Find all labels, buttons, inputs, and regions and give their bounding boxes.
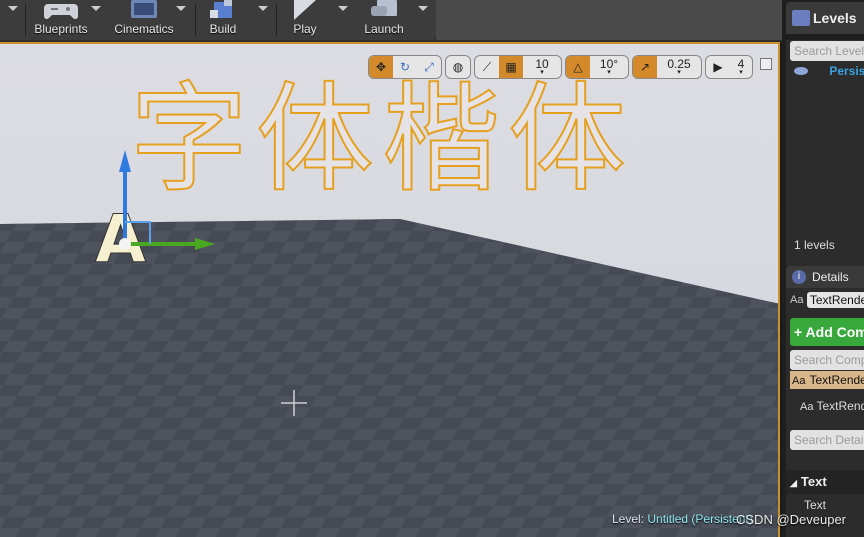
translate-mode-button[interactable]: ✥ xyxy=(369,56,393,78)
rotation-snap-group: △ 10° ▾ xyxy=(565,55,629,79)
main-toolbar: s Blueprints Cinematics Build Play Launc… xyxy=(0,0,782,42)
scale-icon: ⤢ xyxy=(424,59,434,74)
search-details-input[interactable]: Search Details xyxy=(790,430,864,450)
grid-snap-toggle[interactable]: ▦ xyxy=(499,56,523,78)
transform-mode-group: ✥ ↻ ⤢ xyxy=(368,55,442,79)
launch-dropdown-arrow[interactable] xyxy=(418,6,428,11)
grid-snap-group: ⟋ ▦ 10 ▾ xyxy=(474,55,562,79)
play-dropdown-arrow[interactable] xyxy=(338,6,348,11)
surface-snap-button[interactable]: ⟋ xyxy=(475,56,499,78)
info-icon: i xyxy=(792,270,806,284)
coordinate-space-group: ◍ xyxy=(445,55,471,79)
camera-speed-button[interactable]: ▶ xyxy=(706,56,730,78)
surface-snap-icon: ⟋ xyxy=(482,59,492,74)
tab-levels[interactable]: Levels xyxy=(786,2,864,34)
gizmo-z-arrowhead xyxy=(119,150,131,172)
selected-actor-row: Aa TextRenderActor xyxy=(786,292,864,308)
tab-details[interactable]: i Details xyxy=(786,266,864,288)
viewport-toolbar: ✥ ↻ ⤢ ◍ ⟋ ▦ 10 ▾ △ 10° ▾ ↗ 0.25 ▾ ▶ 4 ▾ xyxy=(368,55,753,79)
toolbar-separator xyxy=(276,4,277,36)
rotate-icon: ↻ xyxy=(399,60,411,74)
component-item[interactable]: AaTextRender xyxy=(800,399,864,413)
build-dropdown-arrow[interactable] xyxy=(258,6,268,11)
text-render-icon: Aa xyxy=(790,294,804,307)
right-panel: Levels Search Levels Persistent Level 1 … xyxy=(782,0,864,537)
clapper-icon xyxy=(131,0,157,18)
level-viewport[interactable]: 字体楷体 A ✥ ↻ ⤢ ◍ ⟋ ▦ 10▾ △ 10°▾ ↗ 0.25▾ xyxy=(0,42,780,537)
world-space-button[interactable]: ◍ xyxy=(446,56,470,78)
actor-name-field[interactable]: TextRenderActor xyxy=(806,292,864,308)
levels-icon xyxy=(792,10,810,26)
toolbar-play-button[interactable]: Play xyxy=(280,0,330,40)
chevron-down-icon: ▾ xyxy=(677,69,681,76)
blueprints-dropdown-arrow[interactable] xyxy=(91,6,101,11)
toolbar-launch-button[interactable]: Launch xyxy=(356,0,412,40)
add-component-button[interactable]: + Add Component xyxy=(790,318,864,346)
gizmo-center xyxy=(119,238,131,250)
camera-icon: ▶ xyxy=(713,60,723,74)
chevron-down-icon: ▾ xyxy=(607,69,611,76)
property-label-text: Text xyxy=(804,498,827,512)
camera-speed-value[interactable]: 4 ▾ xyxy=(730,56,752,78)
toolbar-separator xyxy=(25,4,26,36)
level-list-item[interactable]: Persistent Level xyxy=(786,64,864,78)
grid-snap-value[interactable]: 10 ▾ xyxy=(523,56,561,78)
scale-snap-toggle[interactable]: ↗ xyxy=(633,56,657,78)
collapse-arrow-icon: ◢ xyxy=(790,478,797,488)
toolbar-build-button[interactable]: Build xyxy=(196,0,250,40)
rotation-snap-toggle[interactable]: △ xyxy=(566,56,590,78)
settings-dropdown-arrow[interactable] xyxy=(8,6,18,11)
grid-icon: ▦ xyxy=(505,60,517,74)
search-components-input[interactable]: Search Components xyxy=(790,350,864,370)
rotate-mode-button[interactable]: ↻ xyxy=(393,56,417,78)
angle-icon: △ xyxy=(573,60,583,74)
gamepad-icon xyxy=(44,4,78,20)
toolbar-cinematics-button[interactable]: Cinematics xyxy=(110,0,178,40)
scale-snap-group: ↗ 0.25 ▾ xyxy=(632,55,702,79)
current-level-label: Level: Untitled (Persistent) xyxy=(612,512,753,526)
search-levels-input[interactable]: Search Levels xyxy=(790,41,864,61)
launch-icon xyxy=(371,0,397,16)
camera-speed-group: ▶ 4 ▾ xyxy=(705,55,753,79)
text-render-icon: Aa xyxy=(792,375,806,387)
eye-visibility-icon[interactable] xyxy=(794,67,808,75)
toolbar-empty xyxy=(436,0,782,40)
build-cubes-icon xyxy=(210,0,232,18)
text-render-icon: Aa xyxy=(800,401,814,413)
component-item-root[interactable]: AaTextRenderComponent xyxy=(790,371,864,389)
scale-snap-value[interactable]: 0.25 ▾ xyxy=(657,56,701,78)
chevron-down-icon: ▾ xyxy=(739,69,743,76)
maximize-viewport-button[interactable] xyxy=(760,58,772,70)
gizmo-y-arrowhead xyxy=(195,238,215,250)
chevron-down-icon: ▾ xyxy=(540,69,544,76)
transform-gizmo[interactable] xyxy=(100,144,230,274)
move-arrows-icon: ✥ xyxy=(375,60,387,74)
rotation-snap-value[interactable]: 10° ▾ xyxy=(590,56,628,78)
section-header-text[interactable]: ◢ Text xyxy=(786,470,864,494)
cinematics-dropdown-arrow[interactable] xyxy=(176,6,186,11)
toolbar-blueprints-button[interactable]: Blueprints xyxy=(28,0,94,40)
globe-icon: ◍ xyxy=(452,60,464,74)
crosshair-icon xyxy=(281,390,307,416)
play-icon xyxy=(294,0,316,20)
levels-count: 1 levels xyxy=(794,238,835,252)
scale-arrow-icon: ↗ xyxy=(639,60,651,74)
watermark: CSDN @Deveuper xyxy=(736,512,847,527)
scale-mode-button[interactable]: ⤢ xyxy=(417,56,441,78)
